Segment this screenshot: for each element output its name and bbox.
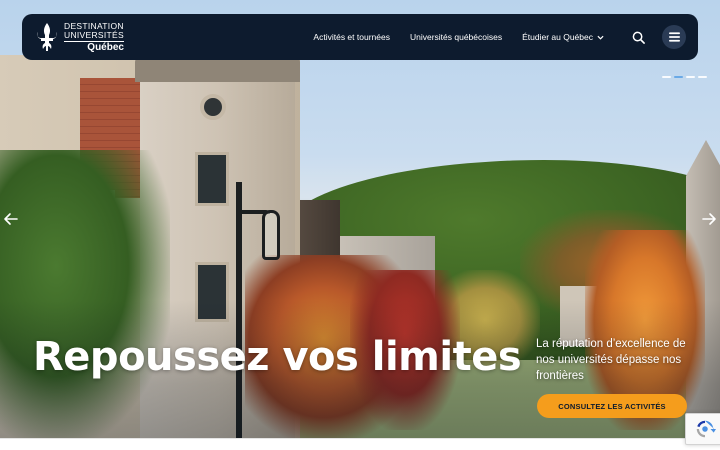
- nav-link-etudier-label: Étudier au Québec: [522, 32, 593, 42]
- hero-headline: Repoussez vos limites: [33, 334, 522, 380]
- oval-window: [200, 94, 226, 120]
- site-logo-link[interactable]: DESTINATION UNIVERSITÉS Québec: [36, 20, 124, 53]
- logo-line-destination: DESTINATION: [64, 20, 124, 31]
- recaptcha-icon: [696, 420, 716, 438]
- arrow-right-icon: [702, 213, 716, 225]
- search-button[interactable]: [628, 27, 648, 47]
- nav-link-etudier[interactable]: Étudier au Québec: [522, 32, 604, 42]
- search-icon: [632, 31, 645, 44]
- window: [195, 152, 229, 206]
- menu-button[interactable]: [662, 25, 686, 49]
- page-bottom-edge: [0, 438, 720, 450]
- recaptcha-badge[interactable]: [685, 413, 720, 445]
- slide-indicator-3[interactable]: [686, 76, 695, 78]
- arrow-left-icon: [4, 213, 18, 225]
- nav-link-universites[interactable]: Universités québécoises: [410, 32, 502, 42]
- main-navbar: DESTINATION UNIVERSITÉS Québec Activités…: [22, 14, 698, 60]
- logo-line-quebec: Québec: [87, 41, 124, 53]
- chevron-down-icon: [597, 35, 604, 40]
- consult-activities-button[interactable]: CONSULTEZ LES ACTIVITÉS: [537, 394, 687, 418]
- street-lamp-head: [262, 210, 280, 260]
- slide-indicator-1[interactable]: [662, 76, 671, 78]
- fleur-de-lis-icon: [36, 23, 58, 51]
- logo-wordmark: DESTINATION UNIVERSITÉS Québec: [64, 20, 124, 53]
- primary-nav: Activités et tournées Universités québéc…: [313, 32, 604, 42]
- tower-cornice: [135, 58, 300, 82]
- hamburger-menu-icon: [668, 32, 680, 42]
- slide-indicator-2[interactable]: [674, 76, 683, 78]
- slider-indicators: [662, 76, 707, 78]
- previous-slide-button[interactable]: [2, 210, 20, 228]
- logo-line-universites: UNIVERSITÉS: [64, 30, 124, 42]
- hero-subtext: La réputation d’excellence de nos univer…: [536, 338, 686, 382]
- next-slide-button[interactable]: [700, 210, 718, 228]
- slide-indicator-4[interactable]: [698, 76, 707, 78]
- nav-link-activites[interactable]: Activités et tournées: [313, 32, 390, 42]
